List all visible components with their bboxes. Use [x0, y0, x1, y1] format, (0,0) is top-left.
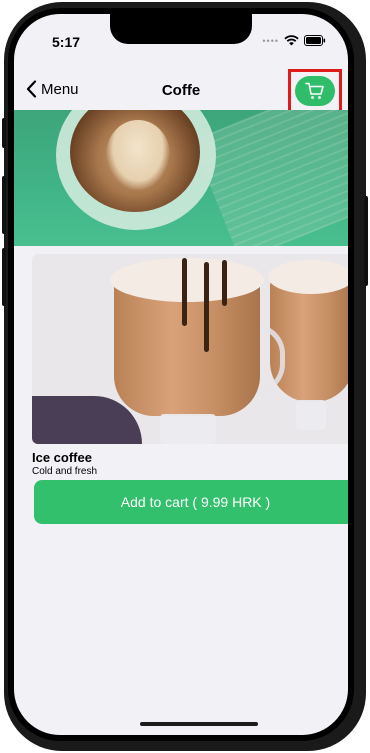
product-image [32, 254, 348, 444]
notch [110, 14, 252, 44]
product-name: Ice coffee [32, 450, 92, 465]
status-icons: •••• [262, 35, 326, 46]
home-indicator [140, 722, 258, 726]
image-chocolate-drip [204, 262, 209, 352]
battery-icon [304, 35, 326, 46]
category-banner-image [14, 110, 348, 246]
image-cream-front [110, 258, 264, 302]
image-cream-back [268, 260, 348, 294]
volume-down-button [2, 248, 6, 306]
power-button [364, 196, 368, 286]
wifi-icon [284, 35, 299, 46]
banner-latte-art [106, 120, 170, 190]
screen: 5:17 •••• Menu Coffe Ice coffee Cold and… [14, 14, 348, 735]
volume-up-button [2, 176, 6, 234]
image-stem-back [296, 400, 326, 430]
cart-icon [305, 82, 324, 99]
image-chocolate-drip [222, 260, 227, 306]
status-time: 5:17 [52, 34, 81, 50]
cart-button[interactable] [295, 76, 335, 106]
phone-bezel: 5:17 •••• Menu Coffe Ice coffee Cold and… [8, 8, 354, 741]
signal-dots-icon: •••• [262, 35, 279, 46]
mute-switch [2, 118, 6, 148]
image-chocolate-drip [182, 258, 187, 326]
image-stem-front [160, 414, 216, 444]
banner-newspaper [191, 110, 348, 246]
product-description: Cold and fresh [32, 466, 98, 477]
add-to-cart-button[interactable]: Add to cart ( 9.99 HRK ) [34, 480, 348, 524]
